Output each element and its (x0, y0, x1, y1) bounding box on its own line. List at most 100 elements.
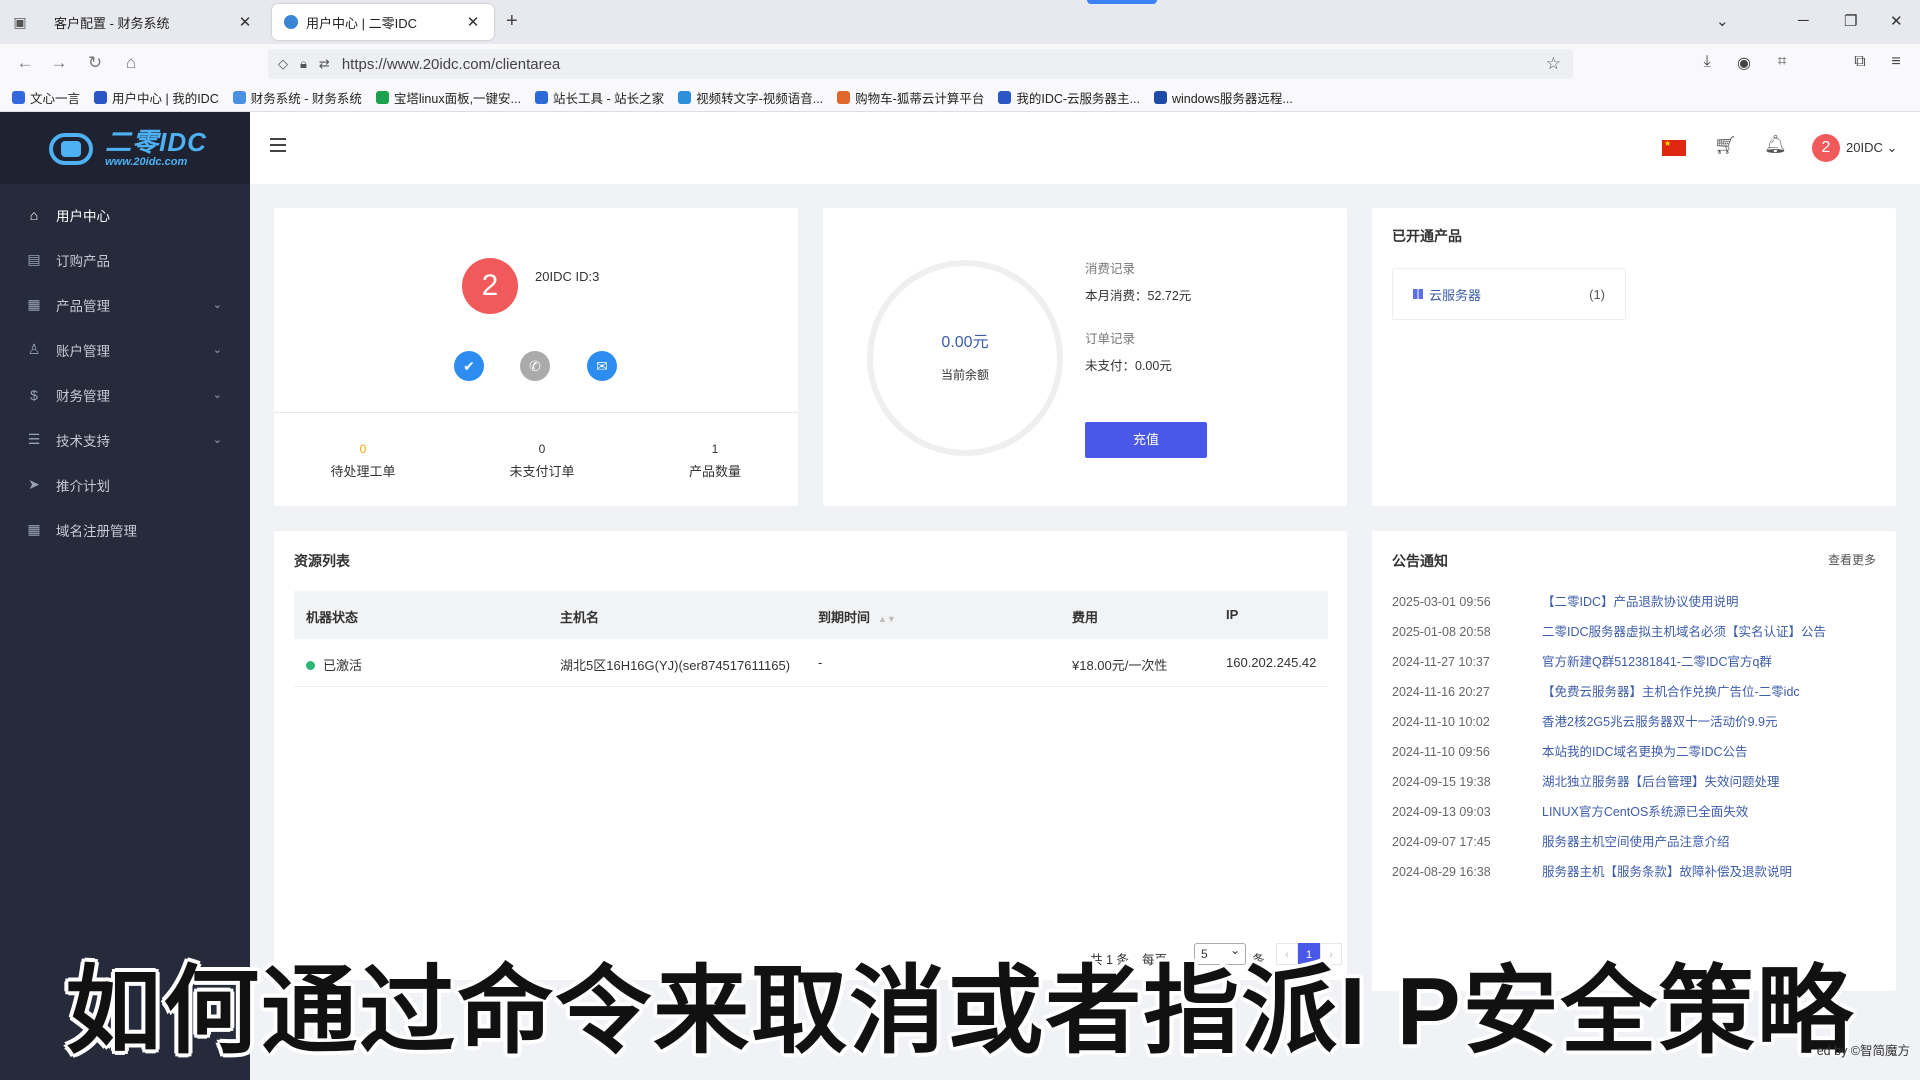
stat-unpaid-orders[interactable]: 0 未支付订单 (482, 442, 602, 480)
notice-item[interactable]: 2024-11-16 20:27 【免费云服务器】主机合作兑换广告位-二零idc (1392, 681, 1800, 700)
bookmark-star-icon[interactable]: ☆ (1546, 54, 1561, 74)
cloud-logo-icon (43, 127, 101, 169)
sidebar-item[interactable]: ▦ 产品管理 ⌄ (0, 282, 250, 327)
minimize-icon[interactable]: ─ (1798, 12, 1809, 29)
url-text[interactable]: https://www.20idc.com/clientarea (342, 56, 560, 73)
sidebar-item[interactable]: ▤ 订购产品 (0, 237, 250, 282)
notice-item[interactable]: 2024-08-29 16:38 服务器主机【服务条款】故障补偿及退款说明 (1392, 861, 1792, 880)
new-tab-button[interactable]: + (506, 10, 518, 33)
tab-overflow-icon[interactable]: ⌄ (1716, 12, 1729, 30)
tab-title: 客户配置 - 财务系统 (54, 15, 170, 31)
notices-title: 公告通知 (1392, 553, 1448, 569)
notice-item[interactable]: 2024-09-07 17:45 服务器主机空间使用产品注意介绍 (1392, 831, 1730, 850)
lock-icon[interactable]: 🔒︎ (300, 56, 307, 72)
bookmark-item[interactable]: 视频转文字-视频语音... (678, 88, 823, 107)
resource-list-card: 资源列表 机器状态 主机名 到期时间 ▲▼ 费用 IP 已激活 湖北5区16H16… (274, 531, 1347, 980)
crop-icon[interactable]: ⌗ (1771, 53, 1793, 71)
hostname-cell[interactable]: 湖北5区16H16G(YJ)(ser874517611165) (560, 655, 790, 674)
view-more-link[interactable]: 查看更多 (1828, 551, 1876, 568)
notice-item[interactable]: 2024-11-10 10:02 香港2核2G5兆云服务器双十一活动价9.9元 (1392, 711, 1777, 730)
notice-item[interactable]: 2025-01-08 20:58 二零IDC服务器虚拟主机域名必须【实名认证】公告 (1392, 621, 1826, 640)
window-close-icon[interactable]: ✕ (1890, 12, 1903, 30)
phone-icon[interactable]: ✆ (520, 351, 550, 381)
divider (274, 412, 798, 413)
notice-title[interactable]: 本站我的IDC域名更换为二零IDC公告 (1542, 745, 1748, 759)
sidebar-item[interactable]: ♙ 账户管理 ⌄ (0, 327, 250, 372)
notice-title[interactable]: 香港2核2G5兆云服务器双十一活动价9.9元 (1542, 715, 1777, 729)
bookmark-item[interactable]: windows服务器远程... (1153, 88, 1293, 107)
sidebar-item-label: 订购产品 (56, 253, 110, 269)
reload-icon[interactable]: ↻ (84, 53, 106, 73)
email-icon[interactable]: ✉ (587, 351, 617, 381)
sidebar-item[interactable]: ▦ 域名注册管理 (0, 507, 250, 552)
column-header-expiry[interactable]: 到期时间 ▲▼ (818, 607, 896, 626)
shield-icon[interactable]: ◇ (278, 56, 288, 72)
sidebar-item-label: 用户中心 (56, 208, 110, 224)
permissions-icon[interactable]: ⇄ (319, 56, 330, 72)
notice-title[interactable]: 【二零IDC】产品退款协议使用说明 (1542, 595, 1739, 609)
bookmark-label: 我的IDC-云服务器主... (1016, 92, 1140, 106)
browser-tab-bar: ▣ 客户配置 - 财务系统 ✕ 用户中心 | 二零IDC ✕ + ⌄ ─ ❐ ✕ (0, 0, 1920, 44)
browser-tab-usercenter[interactable]: 用户中心 | 二零IDC ✕ (272, 4, 494, 40)
account-icon[interactable]: ◉ (1733, 53, 1755, 73)
product-item-cloud-server[interactable]: 云服务器 (1) (1392, 268, 1626, 320)
notice-item[interactable]: 2025-03-01 09:56 【二零IDC】产品退款协议使用说明 (1392, 591, 1739, 610)
avatar[interactable]: 2 (1812, 134, 1840, 162)
column-header: 机器状态 (306, 610, 359, 625)
dollar-icon: $ (30, 386, 38, 403)
notice-item[interactable]: 2024-11-10 09:56 本站我的IDC域名更换为二零IDC公告 (1392, 741, 1748, 760)
bookmark-label: windows服务器远程... (1171, 92, 1293, 106)
sidebar-item[interactable]: $ 财务管理 ⌄ (0, 372, 250, 417)
notice-title[interactable]: 官方新建Q群512381841-二零IDC官方q群 (1542, 655, 1772, 669)
notice-title[interactable]: 服务器主机【服务条款】故障补偿及退款说明 (1542, 865, 1792, 879)
table-row[interactable]: 已激活 湖北5区16H16G(YJ)(ser874517611165) - ¥1… (294, 639, 1328, 687)
resource-title: 资源列表 (294, 553, 350, 569)
address-bar[interactable]: ◇ 🔒︎ ⇄ https://www.20idc.com/clientarea … (268, 49, 1573, 79)
bookmark-favicon-icon (1153, 91, 1167, 104)
user-menu[interactable]: 20IDC ⌄ (1846, 140, 1897, 156)
stat-product-count[interactable]: 1 产品数量 (655, 442, 775, 480)
notice-title[interactable]: 【免费云服务器】主机合作兑换广告位-二零idc (1542, 685, 1800, 699)
bell-icon[interactable]: 🔔︎ (1764, 134, 1787, 155)
notice-title[interactable]: 湖北独立服务器【后台管理】失效问题处理 (1542, 775, 1780, 789)
verified-shield-icon[interactable]: ✔ (454, 351, 484, 381)
notice-title[interactable]: LINUX官方CentOS系统源已全面失效 (1542, 805, 1748, 819)
menu-icon[interactable]: ≡ (1885, 53, 1907, 71)
restore-icon[interactable]: ❐ (1844, 12, 1857, 30)
notice-item[interactable]: 2024-11-27 10:37 官方新建Q群512381841-二零IDC官方q… (1392, 651, 1772, 670)
extensions-icon[interactable]: ⧉ (1849, 53, 1871, 71)
bookmark-item[interactable]: 宝塔linux面板,一键安... (375, 88, 521, 107)
bookmark-item[interactable]: 用户中心 | 我的IDC (94, 88, 219, 107)
notice-date: 2024-11-16 20:27 (1392, 685, 1490, 699)
order-value: 未支付：0.00元 (1085, 359, 1172, 373)
hamburger-icon[interactable] (270, 138, 286, 152)
notice-item[interactable]: 2024-09-13 09:03 LINUX官方CentOS系统源已全面失效 (1392, 801, 1748, 820)
sort-icon[interactable]: ▲▼ (878, 614, 896, 624)
bookmark-item[interactable]: 文心一言 (12, 88, 80, 107)
notice-title[interactable]: 服务器主机空间使用产品注意介绍 (1542, 835, 1730, 849)
bookmark-item[interactable]: 购物车-狐蒂云计算平台 (837, 88, 984, 107)
browser-nav-bar: ← → ↻ ⌂ ◇ 🔒︎ ⇄ https://www.20idc.com/cli… (0, 44, 1920, 84)
site-logo[interactable]: 二零IDC www.20idc.com (0, 112, 250, 184)
close-icon[interactable]: ✕ (464, 13, 482, 31)
bookmark-item[interactable]: 我的IDC-云服务器主... (998, 88, 1140, 107)
tab-list-icon[interactable]: ▣ (10, 12, 30, 32)
sidebar-item[interactable]: ☰ 技术支持 ⌄ (0, 417, 250, 462)
sidebar-item[interactable]: ➤ 推介计划 (0, 462, 250, 507)
sidebar-item[interactable]: ⌂ 用户中心 (0, 192, 250, 237)
notice-item[interactable]: 2024-09-15 19:38 湖北独立服务器【后台管理】失效问题处理 (1392, 771, 1780, 790)
recharge-button[interactable]: 充值 (1085, 422, 1207, 458)
cart-icon[interactable]: 🛒︎ (1714, 135, 1737, 156)
notice-date: 2024-09-15 19:38 (1392, 775, 1491, 789)
browser-tab-finance[interactable]: 客户配置 - 财务系统 ✕ (42, 4, 266, 40)
close-icon[interactable]: ✕ (236, 13, 254, 31)
bookmark-item[interactable]: 站长工具 - 站长之家 (534, 88, 664, 107)
china-flag-icon[interactable] (1662, 139, 1686, 156)
forward-icon[interactable]: → (48, 53, 70, 73)
back-icon[interactable]: ← (14, 53, 36, 73)
home-icon[interactable]: ⌂ (120, 53, 142, 73)
bookmark-item[interactable]: 财务系统 - 财务系统 (232, 88, 362, 107)
notice-title[interactable]: 二零IDC服务器虚拟主机域名必须【实名认证】公告 (1542, 625, 1826, 639)
stat-pending-tickets[interactable]: 0 待处理工单 (303, 442, 423, 480)
download-icon[interactable]: ⤓ (1696, 53, 1718, 71)
